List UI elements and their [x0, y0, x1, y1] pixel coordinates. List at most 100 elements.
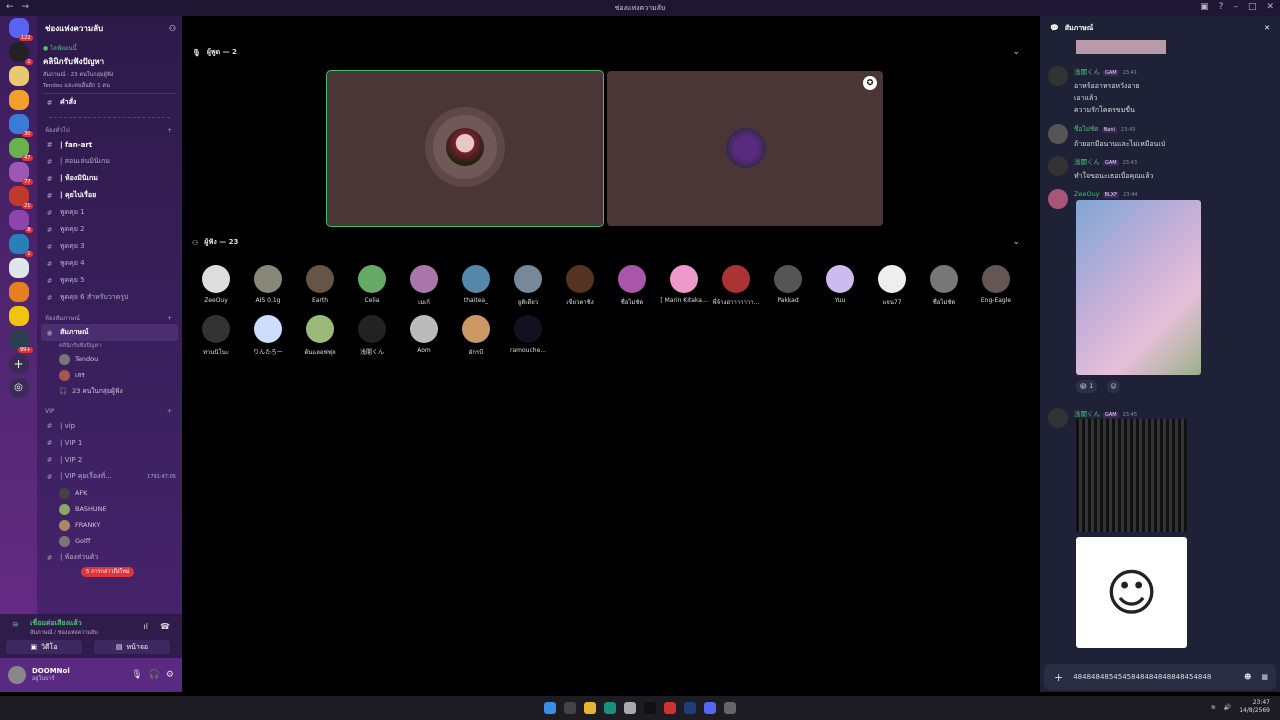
listener[interactable]: แจน77 [866, 265, 918, 307]
maximize-icon[interactable]: □ [1248, 2, 1257, 12]
voice-member[interactable]: FRANKY [37, 517, 182, 533]
channel-item[interactable]: # พูดคุย 1 [37, 204, 182, 221]
close-icon[interactable]: ✕ [1264, 24, 1270, 32]
add-server-icon[interactable]: + [8, 354, 29, 374]
channel-item[interactable]: # | fan-art [37, 136, 182, 153]
channel-item[interactable]: # พูดคุย 2 [37, 221, 182, 238]
category-vip[interactable]: VIP + [37, 405, 182, 417]
listener[interactable]: thaitea_ [450, 265, 502, 304]
mic-icon[interactable]: 🎙 [131, 670, 142, 680]
stage-member[interactable]: Tendou [37, 351, 182, 367]
add-channel-icon[interactable]: + [167, 127, 172, 134]
stage-member[interactable]: เสร [37, 367, 182, 383]
server-icon[interactable]: 77 [8, 162, 33, 185]
listener[interactable]: ramouche... [502, 315, 554, 354]
server-icon[interactable] [8, 282, 29, 302]
server-icon[interactable]: 21 [8, 186, 33, 209]
forward-icon[interactable]: → [22, 2, 30, 12]
message-image[interactable] [1076, 40, 1166, 54]
channel-item[interactable]: # | VIP 2 [37, 451, 182, 468]
channel-item[interactable]: # | คุยไปเรื่อย [37, 187, 182, 204]
avatar[interactable] [1048, 408, 1068, 428]
folder-icon[interactable] [584, 702, 596, 714]
wifi-icon[interactable]: ≋ [1211, 704, 1216, 711]
apps-icon[interactable]: ▦ [1261, 673, 1268, 681]
tiktok-icon[interactable] [644, 702, 656, 714]
stage-channel-interview[interactable]: ◉ สัมภาษณ์ [41, 324, 178, 341]
voice-member[interactable]: AFK [37, 485, 182, 501]
app-icon[interactable] [724, 702, 736, 714]
message-image[interactable] [1076, 200, 1201, 375]
server-icon[interactable]: 1 [8, 234, 33, 257]
channel-private[interactable]: # | ห้องส่วนตัว [37, 549, 182, 566]
screen-share-button[interactable]: ▤ หน้าจอ [94, 640, 170, 654]
settings-icon[interactable]: ⚙ [166, 670, 174, 680]
avatar[interactable] [1048, 189, 1068, 209]
add-channel-icon[interactable]: + [167, 408, 172, 415]
listener[interactable]: เมเก้ [398, 265, 450, 307]
headset-icon[interactable]: 🎧 [149, 670, 160, 680]
stage-audience-count[interactable]: 🎧 23 คนในกลุ่มผู้ฟัง [37, 383, 182, 399]
emoji-icon[interactable]: ☻ [1244, 673, 1251, 681]
channel-item[interactable]: # พูดคุย 4 [37, 255, 182, 272]
discord-icon[interactable] [704, 702, 716, 714]
home-button[interactable]: 122 [8, 18, 33, 41]
listener[interactable]: ชื่อไม่ชัด [606, 265, 658, 307]
channel-item[interactable]: # | สอนเล่นมินิเกม [37, 153, 182, 170]
listener[interactable]: พี่จ้างฮ่าาาาาาา... [710, 265, 762, 307]
author-name[interactable]: 浅闇くん [1074, 158, 1100, 166]
server-header[interactable]: ช่องแห่งความลับ ⚇ [37, 16, 182, 40]
speaker-tile[interactable] [326, 70, 604, 227]
start-icon[interactable] [544, 702, 556, 714]
discover-icon[interactable]: ◎ [8, 378, 29, 398]
avatar[interactable] [1048, 156, 1068, 176]
server-icon[interactable]: 1 [8, 42, 33, 65]
author-name[interactable]: 浅闇くん [1074, 68, 1100, 76]
user-avatar[interactable] [8, 666, 26, 684]
disconnect-icon[interactable]: ☎ [160, 622, 170, 631]
voice-member[interactable]: Golff [37, 533, 182, 549]
channel-item[interactable]: # พูดคุย 6 สำหรับวาดรูป [37, 289, 182, 306]
voice-member[interactable]: BASHUNE [37, 501, 182, 517]
back-icon[interactable]: ← [6, 2, 14, 12]
avatar[interactable] [1048, 124, 1068, 144]
app-icon[interactable] [664, 702, 676, 714]
listener[interactable]: Pakkad [762, 265, 814, 304]
listener[interactable]: ชื่อไม่ชัด [918, 265, 970, 307]
server-icon[interactable] [8, 90, 29, 110]
listener[interactable]: [ Marin Kitaka... [658, 265, 710, 304]
channel-item[interactable]: # | VIP 1 [37, 434, 182, 451]
add-reaction-icon[interactable]: ☺ [1107, 380, 1120, 393]
chevron-down-icon[interactable]: ⌄ [1012, 237, 1020, 247]
listener[interactable]: Yuu [814, 265, 866, 304]
server-icon[interactable]: 99+ [8, 330, 33, 353]
edge-icon[interactable] [604, 702, 616, 714]
listener[interactable]: りんたろー [242, 315, 294, 356]
message-image[interactable]: ☺ [1076, 537, 1187, 648]
listener[interactable]: เขียวตาชิง [554, 265, 606, 307]
store-icon[interactable] [624, 702, 636, 714]
listener[interactable]: ต้นแลอฟฟุล [294, 315, 346, 357]
voice-location[interactable]: สัมภาษณ์ / ช่องแห่งความลับ [30, 629, 98, 637]
listener[interactable]: Earth [294, 265, 346, 304]
message-image[interactable] [1076, 419, 1187, 532]
video-button[interactable]: ▣ วิดีโอ [6, 640, 82, 654]
add-channel-icon[interactable]: + [167, 315, 172, 322]
new-mentions-pill[interactable]: 5 การกล่าวถึงใหม่ [81, 567, 135, 577]
add-member-icon[interactable]: ⚇ [169, 24, 176, 33]
server-icon[interactable]: 8 [8, 210, 33, 233]
close-icon[interactable]: ✕ [1266, 2, 1274, 12]
channel-item[interactable]: # พูดคุย 3 [37, 238, 182, 255]
listener[interactable]: ZeeOuy [190, 265, 242, 304]
help-icon[interactable]: ? [1219, 2, 1224, 12]
listener[interactable]: ยูติเดียว [502, 265, 554, 307]
message-input[interactable]: +4848484854545848484848848454848 ☻ ▦ [1044, 664, 1276, 690]
listener[interactable]: Eng-Eagle [970, 265, 1022, 304]
photoshop-icon[interactable] [684, 702, 696, 714]
server-icon[interactable] [8, 306, 29, 326]
author-name[interactable]: ชื่อไม่ชัด [1074, 125, 1099, 133]
listener[interactable]: AIS 0.1g [242, 265, 294, 304]
listener[interactable]: Celia [346, 265, 398, 304]
channel-item[interactable]: # | vip [37, 417, 182, 434]
reaction[interactable]: 😱 1 [1076, 380, 1098, 393]
